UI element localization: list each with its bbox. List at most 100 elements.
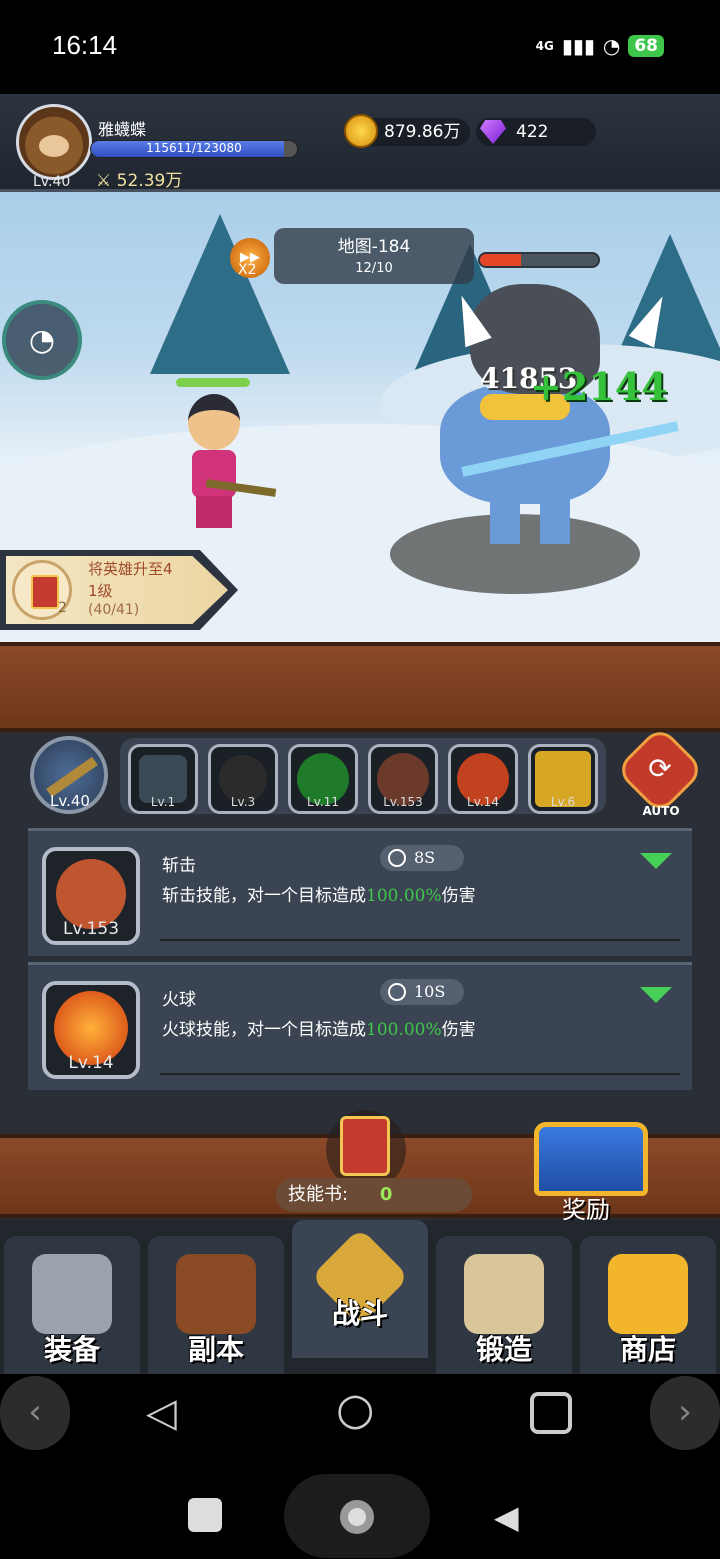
hero-body [192, 450, 236, 498]
player-bar: Lv.40 雅蠛蝶 115611/123080 ⚔ 52.39万 879.86万… [0, 94, 720, 192]
skill-card[interactable]: Lv.153 斩击 8S 斩击技能，对一个目标造成100.00%伤害 [28, 828, 692, 956]
quest-banner[interactable]: 2 将英雄升至4 1级 (40/41) [0, 550, 238, 630]
recents-square-icon[interactable] [530, 1392, 572, 1434]
clock-icon [388, 849, 406, 867]
gem-icon [480, 120, 506, 144]
skill-description: 火球技能，对一个目标造成100.00%伤害 [162, 1015, 476, 1040]
refresh-icon: ⟳ [648, 752, 672, 785]
enemy-monster [420, 284, 680, 554]
auto-label: AUTO [642, 804, 680, 818]
wifi-icon: ◔ [28, 322, 56, 358]
skill-slot-level: Lv.1 [150, 795, 176, 809]
skill-desc-percent: 100.00% [366, 886, 442, 906]
nav-label: 装备 [43, 1333, 100, 1366]
skill-name: 斩击 [162, 856, 196, 876]
nav-forge[interactable]: 锻造 [436, 1236, 572, 1374]
cooldown-value: 10S [414, 982, 446, 1001]
shop-icon [608, 1254, 688, 1334]
back-small-icon[interactable]: ◀ [494, 1498, 519, 1536]
skill-desc-text: 斩击技能，对一个目标造成 [162, 886, 366, 906]
heal-number: +2144 [530, 364, 668, 409]
skill-slot-level: Lv.3 [230, 795, 256, 809]
monster-leg [490, 484, 520, 544]
home-circle-icon[interactable]: ○ [336, 1384, 374, 1435]
cooldown-value: 8S [414, 848, 436, 867]
skill-slot[interactable]: Lv.6 [528, 744, 598, 814]
signal-icon: ▮▮▮ [561, 34, 595, 58]
expand-arrow-icon[interactable] [640, 853, 672, 869]
map-progress: 12/10 [355, 261, 393, 276]
skill-slot-row: Lv.40 Lv.1 Lv.3 Lv.11 Lv.153 Lv.14 Lv.6 … [0, 724, 720, 820]
gold-value: 879.86万 [384, 122, 461, 142]
monster-leg [540, 484, 570, 544]
forward-chevron-icon[interactable]: › [650, 1376, 720, 1450]
hero-hp-bar [176, 378, 250, 387]
skill-slot-level: Lv.11 [307, 795, 339, 809]
skill-slot-level: Lv.153 [383, 795, 423, 809]
skill-description: 斩击技能，对一个目标造成100.00%伤害 [162, 881, 476, 906]
status-bar: 16:14 4G ▮▮▮ ◔ 68 [0, 0, 720, 94]
divider [160, 939, 680, 941]
hero-head [188, 394, 240, 450]
gem-display[interactable]: 422 [476, 118, 596, 146]
nav-battle[interactable]: 战斗 [292, 1220, 428, 1358]
speed-multiplier: X2 [238, 262, 257, 278]
weapon-level: Lv.40 [50, 792, 90, 810]
power-value: 52.39万 [116, 171, 183, 191]
map-panel: 地图-184 12/10 [274, 228, 474, 284]
skill-desc-suffix: 伤害 [441, 886, 476, 906]
avatar[interactable] [16, 104, 92, 180]
wifi-icon: ◔ [602, 34, 621, 58]
skill-card[interactable]: Lv.14 火球 10S 火球技能，对一个目标造成100.00%伤害 [28, 962, 692, 1090]
nav-shop[interactable]: 商店 [580, 1236, 716, 1374]
skill-slot[interactable]: Lv.153 [368, 744, 438, 814]
skill-slot[interactable]: Lv.3 [208, 744, 278, 814]
back-triangle-icon[interactable]: ◁ [146, 1390, 177, 1436]
hero-character [176, 394, 277, 534]
combat-power: ⚔ 52.39万 [96, 166, 182, 191]
helmet-icon [32, 1254, 112, 1334]
nav-label: 商店 [619, 1333, 676, 1366]
horn-icon [628, 290, 676, 348]
wood-divider [0, 642, 720, 732]
player-name: 雅蠛蝶 [98, 120, 147, 139]
home-dot-icon[interactable] [340, 1500, 374, 1534]
sword-shield-icon [176, 1254, 256, 1334]
nav-equipment[interactable]: 装备 [4, 1236, 140, 1374]
nav-dungeon[interactable]: 副本 [148, 1236, 284, 1374]
network-label: 4G [535, 39, 554, 53]
clock-icon [388, 983, 406, 1001]
bear-face-icon [39, 135, 69, 157]
xp-text: 115611/123080 [146, 141, 242, 155]
wifi-button[interactable]: ◔ [2, 300, 82, 380]
divider [160, 1073, 680, 1075]
skill-slot[interactable]: Lv.11 [288, 744, 358, 814]
battery-badge: 68 [628, 35, 664, 57]
status-icons: 4G ▮▮▮ ◔ 68 [536, 34, 664, 58]
skill-slot[interactable]: Lv.1 [128, 744, 198, 814]
skill-card-icon: Lv.153 [42, 847, 140, 945]
pine-tree-icon [150, 214, 290, 374]
skill-slot-level: Lv.14 [467, 795, 499, 809]
skill-book-counter: 技能书: 0 [276, 1178, 472, 1212]
hero-legs [196, 496, 232, 528]
skill-cooldown: 10S [380, 979, 464, 1005]
expand-arrow-icon[interactable] [640, 987, 672, 1003]
hero-hp-fill [176, 378, 250, 387]
coin-icon [344, 114, 378, 148]
weapon-slot[interactable]: Lv.40 [30, 736, 108, 814]
quest-text-line2: 1级 [88, 582, 113, 600]
system-nav: ‹ › ◁ ○ ◀ [0, 1374, 720, 1559]
quest-count: 2 [58, 600, 67, 616]
gold-display[interactable]: 879.86万 [344, 114, 471, 148]
skill-card-level: Lv.14 [68, 1053, 114, 1073]
back-chevron-icon[interactable]: ‹ [0, 1376, 70, 1450]
game-area: 41853 +2144 ▶▶ X2 地图-184 12/10 ◔ 2 将英雄升至… [0, 94, 720, 1374]
bottom-nav: 装备 副本 战斗 锻造 商店 [0, 1220, 720, 1374]
nav-label: 副本 [187, 1333, 244, 1366]
app-switch-icon[interactable] [188, 1498, 222, 1532]
treasure-chest-icon[interactable] [534, 1122, 648, 1196]
status-time: 16:14 [52, 30, 118, 60]
skill-slot[interactable]: Lv.14 [448, 744, 518, 814]
skill-desc-text: 火球技能，对一个目标造成 [162, 1020, 366, 1040]
